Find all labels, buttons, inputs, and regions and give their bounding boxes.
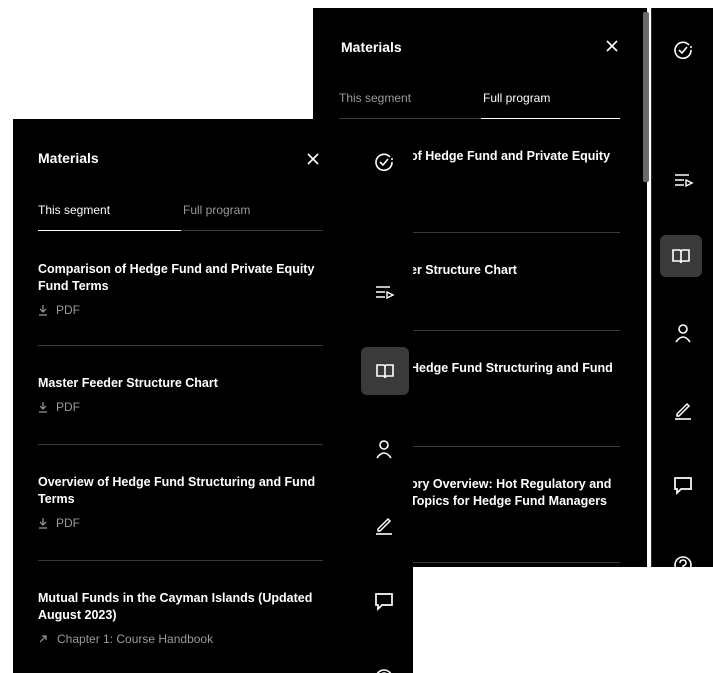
panel-title: Materials (38, 150, 99, 166)
item-title-line-1: ory Overview: Hot Regulatory and (410, 477, 612, 491)
item-sub-label: PDF (56, 516, 80, 530)
list-item[interactable]: Overview of Hedge Fund Structuring and F… (38, 474, 328, 530)
person-icon[interactable] (662, 312, 704, 354)
item-download-link[interactable]: PDF (38, 516, 328, 530)
list-item[interactable]: Mutual Funds in the Cayman Islands (Upda… (38, 590, 328, 646)
help-icon[interactable] (363, 657, 405, 673)
active-tab-indicator (481, 118, 620, 119)
list-item[interactable]: of Hedge Fund and Private Equity (410, 148, 630, 165)
tab-underline (38, 230, 323, 231)
item-title: er Structure Chart (410, 263, 517, 277)
side-rail-front (353, 119, 413, 673)
item-chapter-link[interactable]: Chapter 1: Course Handbook (38, 632, 328, 646)
divider (38, 560, 323, 561)
divider (38, 345, 323, 346)
progress-icon[interactable] (662, 29, 704, 71)
side-rail-back (652, 8, 713, 567)
help-icon[interactable] (662, 544, 704, 567)
close-icon[interactable] (604, 38, 620, 54)
tab-full-program[interactable]: Full program (183, 203, 250, 217)
materials-panel-front: Materials This segment Full program Comp… (13, 119, 353, 673)
pencil-icon[interactable] (363, 504, 405, 546)
download-icon (38, 304, 48, 316)
playlist-icon[interactable] (662, 159, 704, 201)
progress-icon[interactable] (363, 141, 405, 183)
tab-full-program[interactable]: Full program (483, 91, 550, 105)
item-title: Hedge Fund Structuring and Fund (410, 361, 613, 375)
panel-title: Materials (341, 39, 402, 55)
comment-icon[interactable] (662, 464, 704, 506)
book-icon[interactable] (660, 235, 702, 277)
playlist-icon[interactable] (363, 271, 405, 313)
close-icon[interactable] (305, 151, 321, 167)
list-item[interactable]: ory Overview: Hot Regulatory and Topics … (410, 476, 640, 510)
person-icon[interactable] (363, 428, 405, 470)
tab-this-segment[interactable]: This segment (339, 91, 411, 105)
item-title: Master Feeder Structure Chart (38, 376, 218, 390)
list-item[interactable]: Comparison of Hedge Fund and Private Equ… (38, 261, 328, 317)
item-title-line-1: Overview of Hedge Fund Structuring and F… (38, 475, 316, 489)
tab-this-segment[interactable]: This segment (38, 203, 110, 217)
item-download-link[interactable]: PDF (38, 303, 328, 317)
list-item[interactable]: Hedge Fund Structuring and Fund (410, 360, 630, 377)
item-sub-label: Chapter 1: Course Handbook (57, 632, 214, 646)
item-title-line-2: Topics for Hedge Fund Managers (410, 494, 608, 508)
item-title: of Hedge Fund and Private Equity (410, 149, 611, 163)
divider (38, 444, 323, 445)
item-title-line-1: Comparison of Hedge Fund and Private Equ… (38, 262, 315, 276)
item-title-line-2: August 2023) (38, 608, 117, 622)
pencil-icon[interactable] (662, 389, 704, 431)
item-title-line-2: Fund Terms (38, 279, 109, 293)
arrow-up-right-icon (38, 634, 48, 644)
scrollbar-thumb[interactable] (643, 12, 649, 182)
download-icon (38, 517, 48, 529)
list-item[interactable]: Master Feeder Structure Chart PDF (38, 375, 328, 414)
download-icon (38, 401, 48, 413)
list-item[interactable]: er Structure Chart (410, 262, 630, 279)
item-title-line-2: Terms (38, 492, 75, 506)
comment-icon[interactable] (363, 580, 405, 622)
item-download-link[interactable]: PDF (38, 400, 328, 414)
item-sub-label: PDF (56, 303, 80, 317)
book-icon[interactable] (361, 347, 409, 395)
active-tab-indicator (38, 230, 181, 231)
item-title-line-1: Mutual Funds in the Cayman Islands (Upda… (38, 591, 313, 605)
item-sub-label: PDF (56, 400, 80, 414)
